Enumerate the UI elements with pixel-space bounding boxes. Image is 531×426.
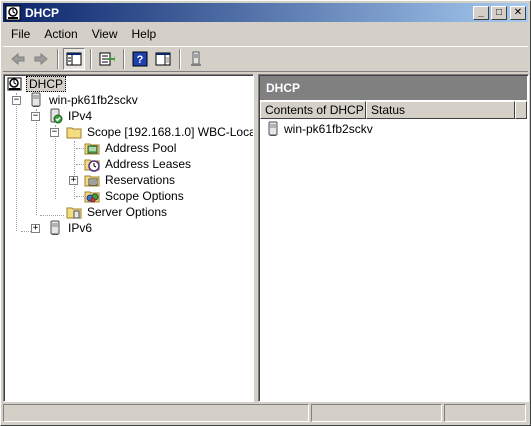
toolbar-separator [90,49,92,69]
list-item-name: win-pk61fb2sckv [284,121,373,136]
reservations-icon [84,175,100,187]
tree-label-server-options: Server Options [87,205,168,219]
server-icon [268,121,278,136]
ipv6-icon [50,220,60,235]
toolbar-separator [123,49,125,69]
collapse-toggle-server[interactable]: − [12,96,21,105]
back-arrow-icon [11,52,25,66]
folder-icon [66,127,82,139]
address-pool-icon [84,143,100,155]
status-panel-3 [444,404,526,422]
tree-node-address-pool[interactable]: Address Pool [84,140,178,156]
forward-arrow-icon [34,52,48,66]
tree-label-scope-options: Scope Options [105,189,184,203]
menu-bar: File Action View Help [3,24,528,44]
expand-toggle-reservations[interactable]: + [69,176,78,185]
status-panel-main [3,404,309,422]
tree-node-address-leases[interactable]: Address Leases [84,156,193,172]
maximize-icon: □ [495,6,503,18]
list-item[interactable]: win-pk61fb2sckv [259,120,528,137]
toolbar-separator [179,49,181,69]
server-icon [191,51,201,66]
maximize-button[interactable]: □ [491,5,507,20]
close-icon: ✕ [513,6,523,18]
menu-view[interactable]: View [85,25,125,43]
action-pane-icon [155,52,171,66]
tree-node-dhcp[interactable]: DHCP [7,76,67,92]
tree-label-ipv4: IPv4 [68,109,93,123]
console-tree-icon [66,52,82,66]
tree-label-server: win-pk61fb2sckv [49,93,138,107]
menu-help[interactable]: Help [125,25,164,43]
tree-label-address-leases: Address Leases [105,157,192,171]
console-tree: DHCP − win-pk61fb2sckv − IPv4 − Scope [1… [3,74,254,402]
tree-connector [40,215,64,216]
tree-node-reservations[interactable]: Reservations [84,172,177,188]
tree-node-ipv4[interactable]: IPv4 [47,108,94,124]
server-icon [31,92,41,107]
window-title: DHCP [25,5,60,20]
tree-connector [36,109,37,215]
tree-connector [76,196,84,197]
title-bar[interactable]: DHCP _ □ ✕ [3,3,528,22]
server-options-icon [66,207,82,219]
tree-node-scope-options[interactable]: Scope Options [84,188,186,204]
expand-toggle-ipv6[interactable]: + [31,224,40,233]
tree-label-scope: Scope [192.168.1.0] WBC-Local [87,125,254,139]
show-hide-action-pane-button[interactable] [152,48,174,70]
tree-label-reservations: Reservations [105,173,176,187]
column-header-filler [515,101,527,119]
tree-node-server-options[interactable]: Server Options [66,204,169,220]
svg-text:?: ? [137,54,144,66]
help-button[interactable]: ? [129,48,151,70]
ipv4-icon [50,108,63,124]
column-header-status[interactable]: Status [366,101,515,119]
mmc-window: DHCP _ □ ✕ File Action View Help ? DHCP … [0,0,531,426]
tree-connector [76,148,84,149]
export-list-icon [99,52,115,66]
scope-options-icon [84,191,100,203]
tree-label-dhcp: DHCP [26,76,67,92]
collapse-toggle-scope[interactable]: − [50,128,59,137]
close-button[interactable]: ✕ [510,5,526,20]
toolbar-separator [57,49,59,69]
server-properties-button[interactable] [185,48,207,70]
tree-label-address-pool: Address Pool [105,141,177,155]
menu-file[interactable]: File [3,25,37,43]
status-panel-2 [311,404,442,422]
address-leases-icon [84,159,100,172]
minimize-button[interactable]: _ [473,5,489,20]
dhcp-root-icon [7,77,22,91]
export-list-button[interactable] [96,48,118,70]
status-bar [3,404,528,424]
back-button[interactable] [7,48,29,70]
show-hide-console-tree-button[interactable] [63,48,85,70]
help-icon: ? [132,51,148,67]
result-pane: DHCP Contents of DHCP Status win-pk61fb2… [258,74,529,402]
tree-connector [76,164,84,165]
column-header-row: Contents of DHCP Status [260,101,527,119]
tree-connector [74,141,75,199]
tree-connector [16,93,17,231]
collapse-toggle-ipv4[interactable]: − [31,112,40,121]
column-header-contents[interactable]: Contents of DHCP [260,101,366,119]
forward-button[interactable] [30,48,52,70]
toolbar: ? [3,46,528,72]
tree-node-ipv6[interactable]: IPv6 [47,220,94,236]
tree-node-server[interactable]: win-pk61fb2sckv [28,92,140,108]
tree-label-ipv6: IPv6 [68,221,93,235]
result-pane-header: DHCP [260,76,527,100]
menu-action[interactable]: Action [37,25,84,43]
minimize-icon: _ [478,6,484,18]
dhcp-app-icon [5,5,21,20]
tree-node-scope[interactable]: Scope [192.168.1.0] WBC-Local [66,124,254,140]
